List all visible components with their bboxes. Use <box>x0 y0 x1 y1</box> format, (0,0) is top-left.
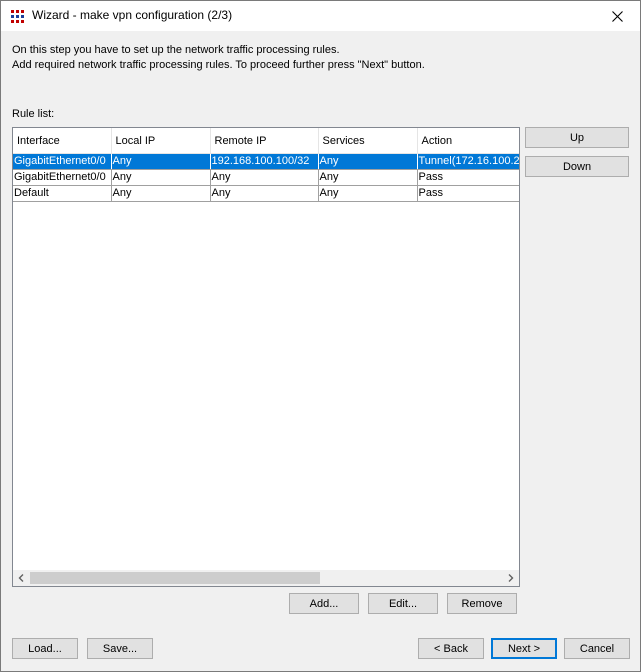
table-row[interactable]: Default Any Any Any Pass <box>13 185 519 202</box>
cell-action: Pass <box>417 185 519 202</box>
cell-services: Any <box>318 185 418 202</box>
chevron-right-icon <box>508 574 514 582</box>
title-bar: Wizard - make vpn configuration (2/3) <box>1 1 640 31</box>
intro-line-2: Add required network traffic processing … <box>12 59 425 71</box>
down-button[interactable]: Down <box>525 156 629 177</box>
cell-remote-ip: Any <box>210 169 319 186</box>
wizard-window: Wizard - make vpn configuration (2/3) On… <box>0 0 641 672</box>
scroll-left-button[interactable] <box>13 570 29 586</box>
table-row[interactable]: GigabitEthernet0/0 Any 192.168.100.100/3… <box>13 153 519 170</box>
remove-button[interactable]: Remove <box>447 593 517 614</box>
add-button[interactable]: Add... <box>289 593 359 614</box>
cell-local-ip: Any <box>111 153 211 170</box>
app-icon <box>10 9 25 24</box>
close-button[interactable] <box>594 1 640 31</box>
chevron-left-icon <box>18 574 24 582</box>
cell-remote-ip: Any <box>210 185 319 202</box>
next-button[interactable]: Next > <box>491 638 557 659</box>
column-header-services[interactable]: Services <box>318 128 418 154</box>
window-title: Wizard - make vpn configuration (2/3) <box>32 8 233 22</box>
intro-line-1: On this step you have to set up the netw… <box>12 44 340 56</box>
scroll-right-button[interactable] <box>503 570 519 586</box>
rule-list-label: Rule list: <box>12 108 55 120</box>
cell-interface: GigabitEthernet0/0 <box>13 169 112 186</box>
column-header-action[interactable]: Action <box>417 128 519 154</box>
column-header-remote-ip[interactable]: Remote IP <box>210 128 319 154</box>
table-row[interactable]: GigabitEthernet0/0 Any Any Any Pass <box>13 169 519 186</box>
edit-button[interactable]: Edit... <box>368 593 438 614</box>
horizontal-scrollbar[interactable] <box>13 570 519 586</box>
rule-list-table[interactable]: Interface Local IP Remote IP Services Ac… <box>12 127 520 587</box>
cell-interface: GigabitEthernet0/0 <box>13 153 112 170</box>
load-button[interactable]: Load... <box>12 638 78 659</box>
column-header-local-ip[interactable]: Local IP <box>111 128 211 154</box>
up-button[interactable]: Up <box>525 127 629 148</box>
cell-action: Pass <box>417 169 519 186</box>
back-button[interactable]: < Back <box>418 638 484 659</box>
cell-action: Tunnel(172.16.100.2 <box>417 153 519 170</box>
cancel-button[interactable]: Cancel <box>564 638 630 659</box>
cell-services: Any <box>318 153 418 170</box>
cell-local-ip: Any <box>111 185 211 202</box>
save-button[interactable]: Save... <box>87 638 153 659</box>
cell-services: Any <box>318 169 418 186</box>
cell-local-ip: Any <box>111 169 211 186</box>
table-header: Interface Local IP Remote IP Services Ac… <box>13 128 519 154</box>
cell-interface: Default <box>13 185 112 202</box>
cell-remote-ip: 192.168.100.100/32 <box>210 153 319 170</box>
column-header-interface[interactable]: Interface <box>13 128 112 154</box>
scrollbar-thumb[interactable] <box>30 572 320 584</box>
intro-text: On this step you have to set up the netw… <box>12 43 425 73</box>
close-icon <box>611 10 623 22</box>
